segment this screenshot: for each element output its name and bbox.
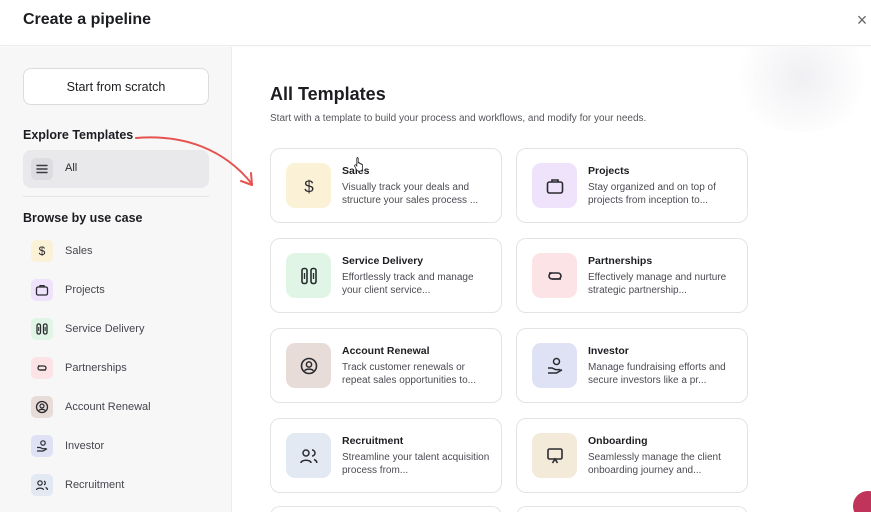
investor-icon xyxy=(31,435,53,457)
user-circle-icon xyxy=(286,343,331,388)
template-title: Recruitment xyxy=(342,435,404,447)
briefcase-icon xyxy=(532,163,577,208)
sidebar-item-label: Projects xyxy=(65,284,105,296)
sidebar-item-partnerships[interactable]: Partnerships xyxy=(23,353,209,383)
handshake-icon xyxy=(31,357,53,379)
sidebar-item-label: All xyxy=(65,162,78,174)
template-card-recruitment[interactable]: Recruitment Streamline your talent acqui… xyxy=(270,418,502,493)
sidebar-item-label: Sales xyxy=(65,245,93,257)
template-card-investor[interactable]: Investor Manage fundraising efforts and … xyxy=(516,328,748,403)
service-icon xyxy=(286,253,331,298)
sidebar-item-service-delivery[interactable]: Service Delivery xyxy=(23,314,209,344)
template-description: Effortlessly track and manage your clien… xyxy=(342,272,474,296)
sidebar-item-label: Recruitment xyxy=(65,479,125,491)
sidebar-divider xyxy=(23,196,209,197)
explore-templates-heading: Explore Templates xyxy=(23,128,134,142)
template-description: Track customer renewals or repeat sales … xyxy=(342,362,476,386)
template-description: Seamlessly manage the client onboarding … xyxy=(588,452,721,476)
template-card-onboarding[interactable]: Onboarding Seamlessly manage the client … xyxy=(516,418,748,493)
sidebar-item-sales[interactable]: $ Sales xyxy=(23,236,209,266)
list-icon xyxy=(31,158,53,180)
template-title: Projects xyxy=(588,165,630,177)
sidebar-item-label: Investor xyxy=(65,440,105,452)
template-card-account-renewal[interactable]: Account Renewal Track customer renewals … xyxy=(270,328,502,403)
template-card-service-delivery[interactable]: Service Delivery Effortlessly track and … xyxy=(270,238,502,313)
template-description: Visually track your deals and structure … xyxy=(342,182,479,206)
sidebar-item-investor[interactable]: Investor xyxy=(23,431,209,461)
investor-icon xyxy=(532,343,577,388)
template-title: Investor xyxy=(588,345,629,357)
sidebar: Start from scratch Explore Templates All… xyxy=(0,47,232,512)
page-title: All Templates xyxy=(270,84,386,104)
template-title: Account Renewal xyxy=(342,345,430,357)
template-title: Service Delivery xyxy=(342,255,424,267)
users-icon xyxy=(31,474,53,496)
sidebar-item-label: Partnerships xyxy=(65,362,127,374)
close-icon[interactable]: × xyxy=(852,10,871,30)
template-description: Effectively manage and nurture strategic… xyxy=(588,272,727,296)
presentation-icon xyxy=(532,433,577,478)
handshake-icon xyxy=(532,253,577,298)
template-card-projects[interactable]: Projects Stay organized and on top of pr… xyxy=(516,148,748,223)
sidebar-item-projects[interactable]: Projects xyxy=(23,275,209,305)
briefcase-icon xyxy=(31,279,53,301)
page-subtitle: Start with a template to build your proc… xyxy=(270,113,647,124)
sidebar-item-all[interactable]: All xyxy=(23,150,209,188)
template-card-partnerships[interactable]: Partnerships Effectively manage and nurt… xyxy=(516,238,748,313)
template-card-partial[interactable] xyxy=(270,506,502,512)
dollar-icon: $ xyxy=(286,163,331,208)
dollar-icon: $ xyxy=(31,240,53,262)
sidebar-item-label: Service Delivery xyxy=(65,323,145,335)
users-icon xyxy=(286,433,331,478)
template-description: Manage fundraising efforts and secure in… xyxy=(588,362,726,386)
user-circle-icon xyxy=(31,396,53,418)
template-description: Streamline your talent acquisition proce… xyxy=(342,452,490,476)
hand-cursor-icon xyxy=(354,157,363,172)
template-description: Stay organized and on top of projects fr… xyxy=(588,182,716,206)
template-card-partial[interactable] xyxy=(516,506,748,512)
browse-by-use-case-heading: Browse by use case xyxy=(23,211,143,225)
modal-header: Create a pipeline × xyxy=(0,0,871,46)
background-glow xyxy=(727,47,871,132)
sidebar-item-label: Account Renewal xyxy=(65,401,151,413)
template-card-sales[interactable]: $ Sales Visually track your deals and st… xyxy=(270,148,502,223)
svg-text:$: $ xyxy=(39,244,46,258)
templates-panel: All Templates Start with a template to b… xyxy=(232,47,871,512)
template-title: Partnerships xyxy=(588,255,653,267)
service-icon xyxy=(31,318,53,340)
template-title: Onboarding xyxy=(588,435,648,447)
start-from-scratch-button[interactable]: Start from scratch xyxy=(23,68,209,105)
sidebar-item-recruitment[interactable]: Recruitment xyxy=(23,470,209,500)
sidebar-item-account-renewal[interactable]: Account Renewal xyxy=(23,392,209,422)
svg-text:$: $ xyxy=(304,177,314,196)
modal-title: Create a pipeline xyxy=(23,11,152,28)
